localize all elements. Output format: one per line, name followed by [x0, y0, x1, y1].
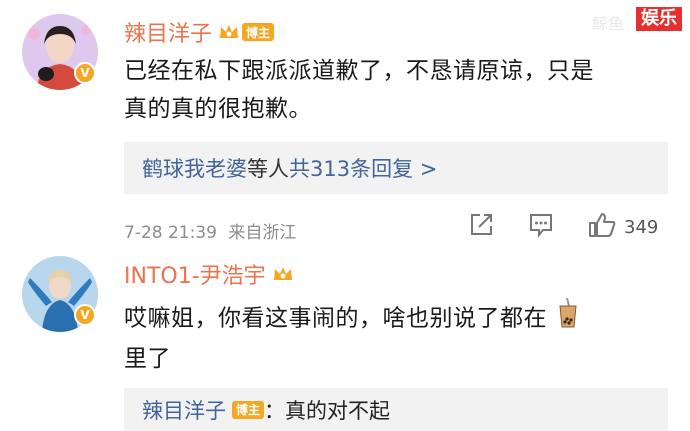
crown-icon	[272, 265, 294, 283]
reply-middle-text: 等人	[247, 157, 289, 181]
sub-reply[interactable]: 辣目洋子 博主 ： 真的对不起	[124, 388, 668, 431]
watermark-badge: 娱乐	[636, 7, 682, 31]
share-icon[interactable]	[468, 212, 494, 242]
comment-meta: 7-28 21:39 来自浙江	[124, 218, 296, 243]
comment-text-line: 里了	[124, 346, 171, 372]
like-count: 349	[624, 216, 659, 238]
reply-count-link[interactable]: 共313条回复 >	[289, 153, 437, 183]
like-icon[interactable]	[588, 212, 616, 242]
verified-badge-icon: V	[74, 62, 96, 84]
reply-users-link[interactable]: 鹤球我老婆	[142, 153, 247, 183]
sub-reply-text: 真的对不起	[285, 398, 391, 423]
comment-location: 来自浙江	[228, 223, 297, 243]
verified-badge-icon: V	[74, 304, 96, 326]
sub-reply-author[interactable]: 辣目洋子	[142, 395, 226, 425]
author-name[interactable]: 辣目洋子	[124, 16, 212, 48]
comment-text-line: 真的真的很抱歉。	[124, 96, 312, 122]
blogger-badge: 博主	[232, 400, 265, 419]
reply-summary[interactable]: 鹤球我老婆 等人 共313条回复 >	[124, 142, 668, 194]
sub-reply-separator: ：	[264, 398, 286, 423]
author-name[interactable]: INTO1-尹浩宇	[124, 258, 266, 290]
comment-text: 哎嘛姐，你看这事闹的，啥也别说了都在 里了	[124, 297, 577, 378]
comment-icon[interactable]	[528, 212, 554, 242]
watermark-ghost: 鲸鱼	[591, 14, 624, 33]
crown-icon	[218, 23, 240, 41]
blogger-badge: 博主	[242, 23, 275, 41]
comment-time: 7-28 21:39	[124, 223, 217, 243]
comment-text-line: 哎嘛姐，你看这事闹的，啥也别说了都在	[124, 297, 577, 340]
comment-text: 已经在私下跟派派道歉了，不恳请原谅，只是 真的真的很抱歉。	[124, 52, 594, 128]
comment-text-line: 已经在私下跟派派道歉了，不恳请原谅，只是	[124, 58, 594, 84]
boba-tea-icon	[559, 297, 577, 340]
comment-text-content: 哎嘛姐，你看这事闹的，啥也别说了都在	[124, 305, 547, 332]
comment-actions: 349	[468, 212, 658, 242]
